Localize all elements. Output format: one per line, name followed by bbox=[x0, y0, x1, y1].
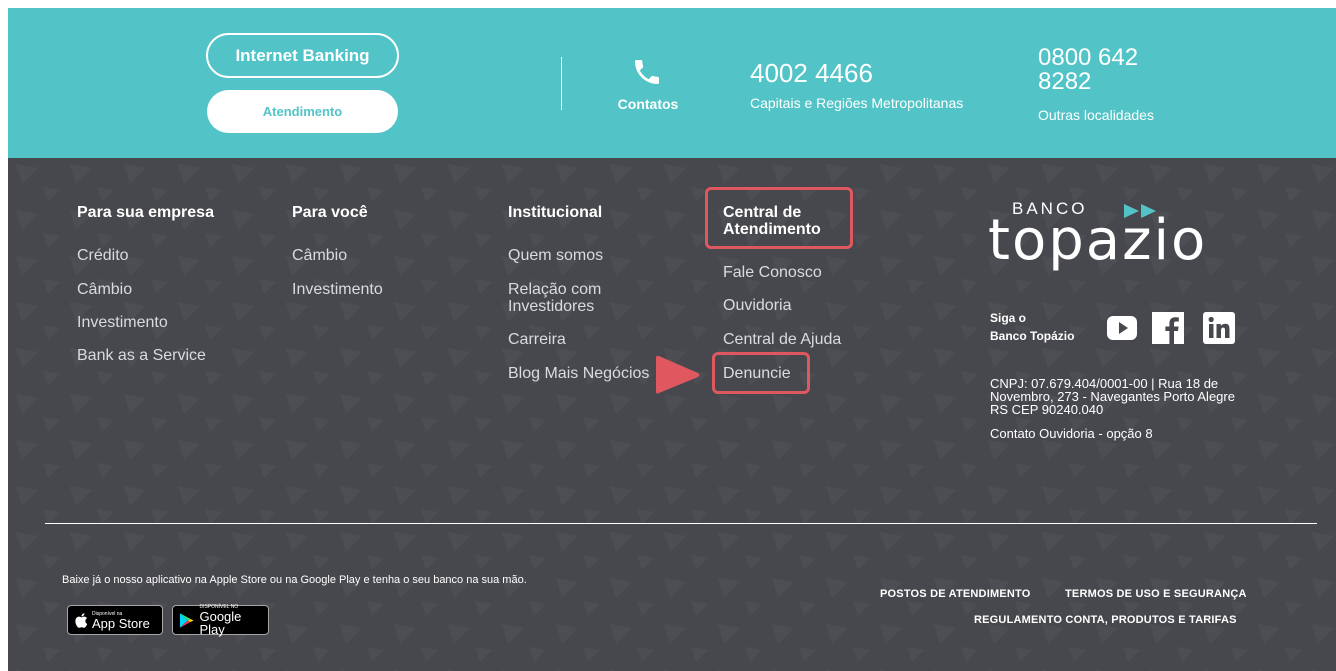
postos-link[interactable]: POSTOS DE ATENDIMENTO bbox=[880, 588, 1030, 600]
link-cambio-voce[interactable]: Câmbio bbox=[292, 247, 347, 264]
highlight-central-atendimento bbox=[705, 187, 853, 249]
link-carreira[interactable]: Carreira bbox=[508, 331, 566, 348]
link-central-ajuda[interactable]: Central de Ajuda bbox=[723, 331, 841, 348]
phone-capitals[interactable]: 4002 4466 bbox=[750, 58, 873, 89]
link-bank-as-a-service[interactable]: Bank as a Service bbox=[77, 347, 206, 364]
link-cambio-empresa[interactable]: Câmbio bbox=[77, 281, 132, 298]
phone-capitals-desc: Capitais e Regiões Metropolitanas bbox=[750, 95, 964, 111]
col-title-empresa: Para sua empresa bbox=[77, 204, 214, 221]
link-investimento-empresa[interactable]: Investimento bbox=[77, 314, 168, 331]
google-play-big-text: Google Play bbox=[199, 609, 242, 637]
link-relacao-investidores[interactable]: Relação com Investidores bbox=[508, 281, 628, 315]
page: Internet Banking Atendimento Contatos 40… bbox=[0, 0, 1336, 671]
internet-banking-button[interactable]: Internet Banking bbox=[206, 33, 399, 78]
company-address: CNPJ: 07.679.404/0001-00 | Rua 18 de Nov… bbox=[990, 376, 1235, 417]
highlight-denuncie bbox=[712, 352, 810, 394]
col-title-voce: Para você bbox=[292, 204, 368, 221]
app-store-badge[interactable]: Disponível na App Store bbox=[67, 605, 163, 635]
contact-divider bbox=[561, 57, 562, 110]
phone-other[interactable]: 0800 642 8282 bbox=[1038, 46, 1188, 94]
link-investimento-voce[interactable]: Investimento bbox=[292, 281, 383, 298]
link-quem-somos[interactable]: Quem somos bbox=[508, 247, 603, 264]
contatos-label[interactable]: Contatos bbox=[600, 96, 696, 112]
termos-link[interactable]: TERMOS DE USO E SEGURANÇA bbox=[1065, 588, 1247, 600]
regulamento-link[interactable]: REGULAMENTO CONTA, PRODUTOS E TARIFAS bbox=[974, 614, 1237, 626]
link-fale-conosco[interactable]: Fale Conosco bbox=[723, 264, 822, 281]
link-ouvidoria[interactable]: Ouvidoria bbox=[723, 297, 791, 314]
link-blog[interactable]: Blog Mais Negócios bbox=[508, 365, 649, 382]
col-title-institucional: Institucional bbox=[508, 204, 603, 221]
follow-line-1: Siga o bbox=[990, 311, 1027, 325]
youtube-icon[interactable] bbox=[1106, 312, 1138, 344]
apple-icon bbox=[75, 612, 88, 628]
app-download-text: Baixe já o nosso aplicativo na Apple Sto… bbox=[62, 574, 527, 586]
follow-label: Siga o Banco Topázio bbox=[990, 309, 1074, 345]
pointer-arrow-icon bbox=[656, 355, 700, 394]
google-play-badge[interactable]: DISPONÍVEL NO Google Play bbox=[172, 604, 269, 637]
facebook-icon[interactable] bbox=[1152, 312, 1184, 344]
follow-line-2: Banco Topázio bbox=[990, 329, 1075, 343]
google-play-icon bbox=[179, 612, 194, 628]
app-store-big-text: App Store bbox=[92, 615, 150, 631]
logo-topazio[interactable]: topazio bbox=[988, 211, 1207, 271]
footer-divider bbox=[45, 523, 1317, 524]
phone-other-desc: Outras localidades bbox=[1038, 107, 1154, 123]
link-credito[interactable]: Crédito bbox=[77, 247, 129, 264]
atendimento-button[interactable]: Atendimento bbox=[207, 90, 398, 133]
linkedin-icon[interactable] bbox=[1203, 312, 1235, 344]
ouvidoria-contact: Contato Ouvidoria - opção 8 bbox=[990, 426, 1153, 441]
phone-icon bbox=[635, 60, 659, 84]
